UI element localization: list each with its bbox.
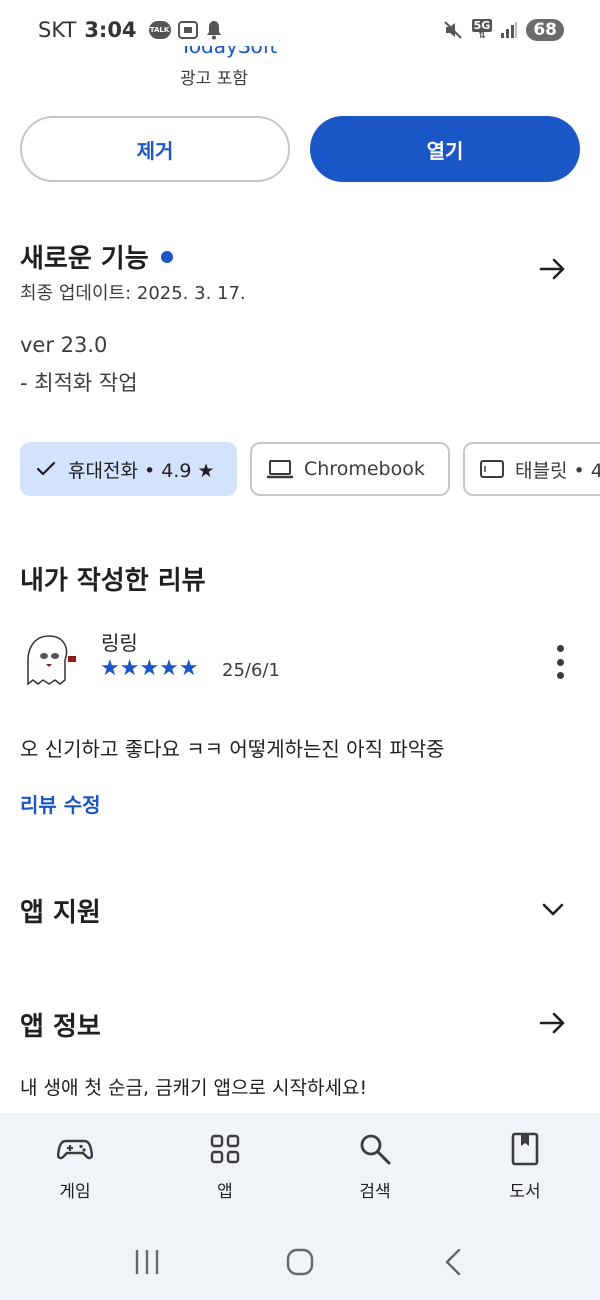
version-text: ver 23.0 <box>20 333 108 357</box>
avatar <box>27 635 76 686</box>
status-bar: SKT 3:04 TALK 5G ⇅ 68 <box>0 0 600 60</box>
chip-chromebook-label: Chromebook <box>304 458 425 480</box>
uninstall-button[interactable]: 제거 <box>20 116 290 182</box>
tablet-icon <box>480 460 504 478</box>
recent-apps-button[interactable] <box>127 1242 167 1282</box>
chip-phone[interactable]: 휴대전화 • 4.9 ★ <box>20 442 237 496</box>
bell-icon <box>206 21 221 40</box>
release-notes: - 최적화 작업 <box>20 371 138 395</box>
reviewer-name: 링링 <box>101 631 138 655</box>
chip-tablet-label: 태블릿 • 4 <box>515 459 600 482</box>
chevron-down-icon[interactable] <box>538 894 568 924</box>
system-nav-bar <box>0 1223 600 1300</box>
nav-apps-label: 앱 <box>217 1182 233 1202</box>
carrier-label: SKT <box>38 18 77 42</box>
gamepad-icon <box>57 1139 93 1160</box>
back-icon <box>446 1248 461 1275</box>
star-rating: ★★★★★ <box>100 656 199 681</box>
chip-chromebook[interactable]: Chromebook <box>250 442 450 496</box>
apps-grid-icon <box>210 1134 240 1164</box>
ad-notice: 광고 포함 <box>180 69 248 89</box>
app-description: 내 생애 첫 순금, 금캐기 앱으로 시작하세요! <box>20 1077 368 1099</box>
signal-icon <box>501 22 518 38</box>
home-icon <box>286 1248 314 1275</box>
recent-apps-icon <box>135 1249 158 1274</box>
book-icon <box>511 1132 539 1166</box>
more-vert-icon[interactable] <box>552 645 568 679</box>
kakaotalk-notification-icon: TALK <box>148 21 171 39</box>
chip-tablet[interactable]: 태블릿 • 4 <box>463 442 600 496</box>
back-button[interactable] <box>433 1242 473 1282</box>
laptop-icon <box>267 460 293 479</box>
nav-search-label: 검색 <box>359 1182 391 1202</box>
arrow-right-icon[interactable] <box>538 1008 568 1038</box>
chip-phone-label: 휴대전화 • 4.9 ★ <box>68 459 215 482</box>
nav-books[interactable]: 도서 <box>450 1113 600 1223</box>
my-review-title: 내가 작성한 리뷰 <box>20 566 206 596</box>
edit-review-link[interactable]: 리뷰 수정 <box>20 789 101 818</box>
app-info-title[interactable]: 앱 정보 <box>20 1006 101 1043</box>
clock: 3:04 <box>84 18 137 42</box>
home-button[interactable] <box>280 1242 320 1282</box>
screenshot-notification-icon <box>177 21 198 39</box>
search-icon <box>360 1134 391 1165</box>
review-date: 25/6/1 <box>222 660 280 681</box>
network-5g-icon: 5G ⇅ <box>471 19 493 41</box>
nav-games[interactable]: 게임 <box>0 1113 150 1223</box>
review-body: 오 신기하고 좋다요 ㅋㅋ 어떻게하는진 아직 파악중 <box>20 737 445 761</box>
mute-icon <box>443 21 462 39</box>
arrow-right-icon[interactable] <box>538 254 568 284</box>
whats-new-title: 새로운 기능 <box>20 244 149 274</box>
battery-indicator: 68 <box>526 19 564 41</box>
whats-new-header[interactable]: 새로운 기능 <box>20 238 173 275</box>
nav-search[interactable]: 검색 <box>300 1113 450 1223</box>
bottom-nav: 게임 앱 검색 도서 <box>0 1113 600 1223</box>
nav-books-label: 도서 <box>509 1182 541 1202</box>
open-button[interactable]: 열기 <box>310 116 580 182</box>
app-support-title[interactable]: 앱 지원 <box>20 892 101 929</box>
nav-apps[interactable]: 앱 <box>150 1113 300 1223</box>
last-updated: 최종 업데이트: 2025. 3. 17. <box>20 283 246 304</box>
nav-games-label: 게임 <box>59 1182 91 1202</box>
new-indicator-dot <box>160 250 173 263</box>
check-icon <box>36 461 56 476</box>
